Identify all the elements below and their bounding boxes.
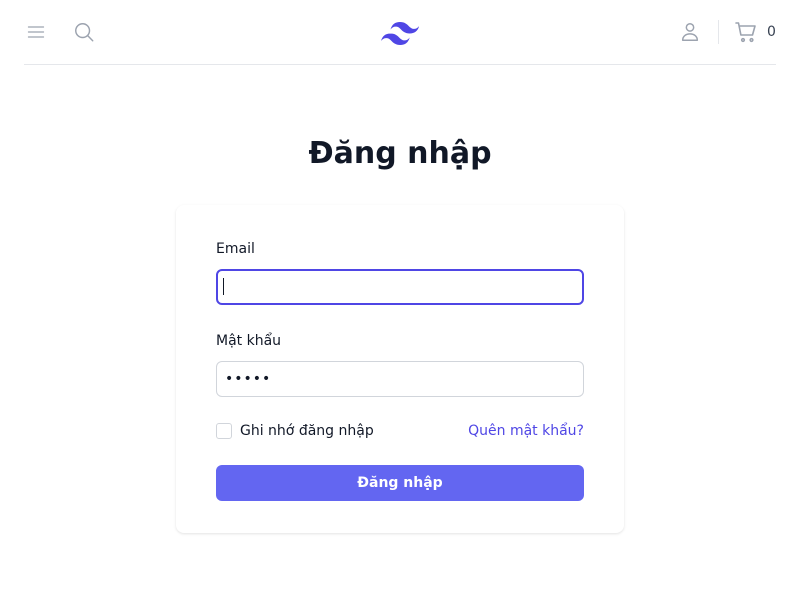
account-button[interactable] [678, 20, 702, 44]
remember-label: Ghi nhớ đăng nhập [240, 423, 374, 439]
remember-me[interactable]: Ghi nhớ đăng nhập [216, 423, 374, 439]
login-form: Email Mật khẩu Ghi nhớ đăng nhập Quên mậ… [176, 205, 624, 533]
forgot-password-link[interactable]: Quên mật khẩu? [468, 422, 584, 440]
menu-icon [27, 26, 45, 38]
login-button[interactable]: Đăng nhập [216, 465, 584, 501]
user-icon [681, 23, 699, 41]
search-icon [75, 23, 94, 42]
cart-count: 0 [767, 24, 776, 40]
menu-button[interactable] [24, 20, 48, 44]
header-divider [718, 20, 719, 44]
logo-icon[interactable] [381, 18, 419, 46]
remember-checkbox[interactable] [216, 423, 232, 439]
password-label: Mật khẩu [216, 333, 282, 349]
email-label: Email [216, 241, 255, 257]
password-field[interactable] [216, 361, 584, 397]
search-button[interactable] [72, 20, 96, 44]
top-navbar: 0 [24, 0, 776, 65]
page-title: Đăng nhập [308, 136, 492, 171]
cart-icon [735, 22, 756, 43]
email-field[interactable] [216, 269, 584, 305]
cart-button[interactable] [734, 20, 758, 44]
text-caret [223, 278, 224, 295]
